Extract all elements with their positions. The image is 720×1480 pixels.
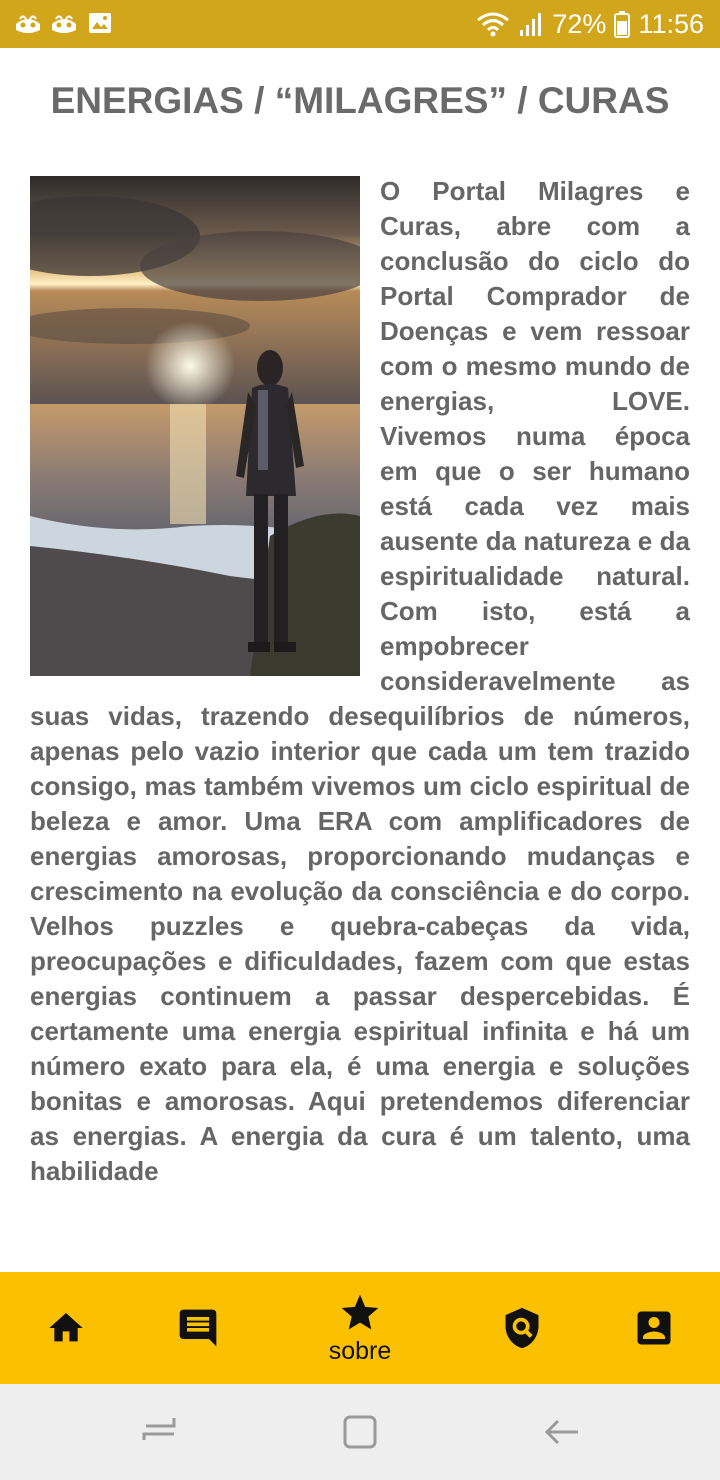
app-notification-icon [52, 15, 76, 33]
status-bar: 72% 11:56 [0, 0, 720, 48]
nav-privacy[interactable] [482, 1272, 562, 1384]
nav-sobre-label: sobre [328, 1336, 392, 1365]
battery-percent: 72% [552, 8, 607, 39]
notification-icons [14, 10, 114, 36]
signal-icon [520, 13, 542, 36]
battery-icon [614, 11, 631, 38]
account-box-icon [637, 1311, 671, 1345]
nav-messages[interactable] [158, 1272, 238, 1384]
app-notification-icon [16, 15, 40, 33]
nav-sobre[interactable]: sobre [300, 1272, 420, 1384]
recent-apps-icon[interactable] [140, 1412, 180, 1452]
message-icon [179, 1309, 217, 1347]
back-arrow-icon[interactable] [542, 1412, 582, 1452]
nav-home[interactable] [26, 1272, 106, 1384]
system-indicators: 72% 11:56 [476, 0, 704, 48]
article: O Portal Milagres e Curas, abre com a co… [30, 174, 690, 1189]
bottom-navigation: sobre [0, 1272, 720, 1384]
main-content[interactable]: ENERGIAS / “MILAGRES” / CURAS O Portal M… [0, 48, 720, 1272]
system-navigation-bar [0, 1384, 720, 1480]
nav-account[interactable] [614, 1272, 694, 1384]
star-icon [341, 1294, 379, 1329]
wifi-icon [477, 12, 510, 37]
article-photo [30, 176, 360, 676]
shield-search-icon [505, 1307, 539, 1349]
image-icon [89, 13, 111, 33]
clock: 11:56 [638, 8, 704, 39]
home-icon [49, 1313, 83, 1342]
page-title: ENERGIAS / “MILAGRES” / CURAS [50, 80, 670, 121]
home-square-icon[interactable] [340, 1412, 380, 1452]
